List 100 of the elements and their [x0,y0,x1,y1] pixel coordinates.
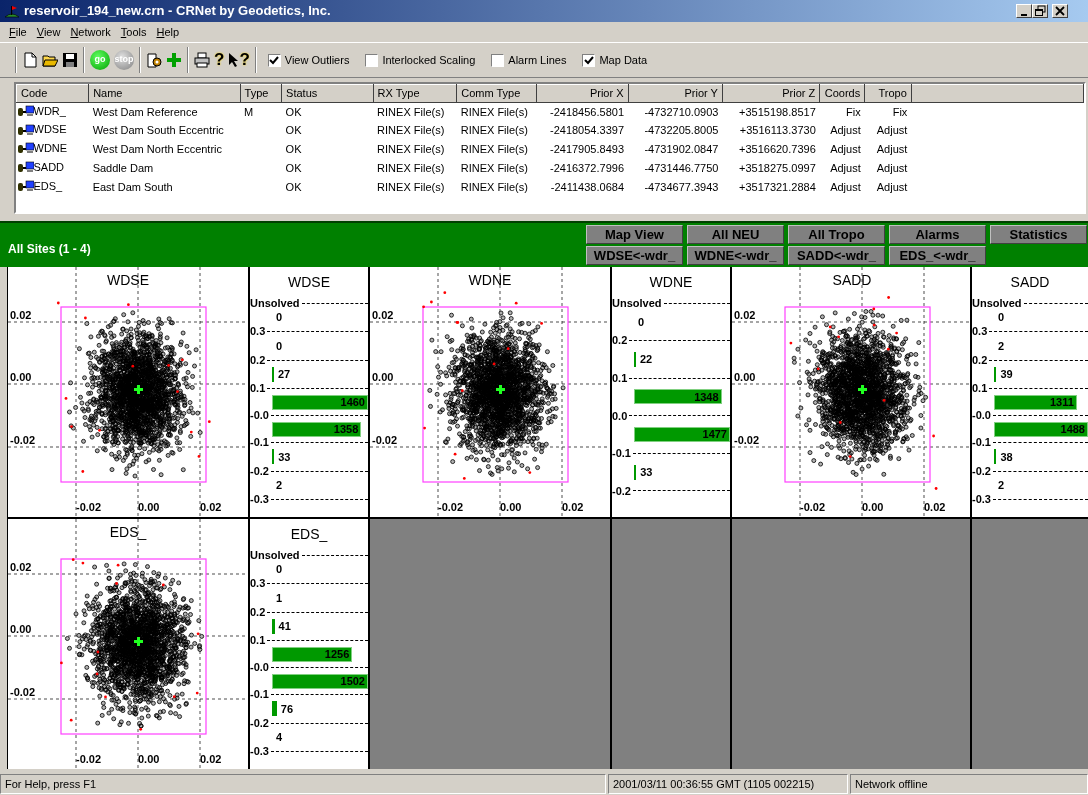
view-button[interactable]: Statistics [990,225,1087,244]
table-cell: Fix [846,105,861,118]
column-header[interactable]: Type [240,84,282,102]
folder-icon [42,52,58,68]
tick-label: 0.2 [250,604,266,620]
tick-label: 0.02 [200,753,222,765]
document-gear-icon [146,52,162,68]
bin-count: 0 [638,314,645,330]
baseline-button[interactable]: WDSE<-wdr_ [586,246,683,265]
menu-item[interactable]: Help [151,23,185,41]
table-cell: OK [285,105,302,118]
checkbox[interactable] [491,53,505,67]
table-cell: -4734677.3943 [644,180,719,193]
close-icon [1054,5,1066,17]
table-cell: -4732205.8005 [644,124,719,137]
table-cell: West Dam North Eccentric [92,143,223,156]
bin-count: 0 [276,310,283,325]
table-cell: Saddle Dam [92,161,154,174]
bin-count: 4 [276,730,283,745]
column-header[interactable]: RX Type [373,84,457,102]
tick-label: -0.3 [972,492,991,508]
menu-item[interactable]: Tools [115,23,152,41]
plot-title: SADD [832,272,872,288]
column-header[interactable]: Code [16,84,89,102]
column-header[interactable]: Name [88,84,241,102]
table-cell: -4731902.0847 [644,143,719,156]
view-button[interactable]: Alarms [889,225,986,244]
table-cell-text: WDNE [33,141,68,156]
checkbox-label[interactable]: View Outliers [284,51,350,69]
tick-label: 0.02 [10,561,32,573]
status-text: Network offline [850,774,1088,794]
tick-label: 0.02 [734,309,756,321]
column-header[interactable]: Status [281,84,374,102]
table-cell: Adjust [830,143,861,156]
restore-icon [1034,5,1046,17]
bin-count: 2 [998,338,1005,354]
station-icon [17,123,34,136]
table-cell: Adjust [830,180,861,193]
tick-label: 0.3 [250,324,266,340]
bin-count: 1311 [1049,394,1074,410]
column-header[interactable]: Prior Y [628,84,723,102]
bin-count: 1348 [694,389,719,405]
table-cell: Adjust [876,143,908,156]
tick-label: 0.1 [250,381,266,397]
help-button[interactable]: ? [212,48,227,72]
document-icon [22,52,38,68]
restore-button[interactable] [1032,4,1048,18]
tick-label: 0.0 [612,408,628,424]
column-header[interactable]: Comm Type [456,84,537,102]
checkbox[interactable] [365,53,379,67]
baseline-button[interactable]: WDNE<-wdr_ [687,246,784,265]
close-button[interactable] [1052,4,1068,18]
column-header[interactable]: Prior Z [722,84,820,102]
tick-label: -0.02 [10,686,36,698]
view-button[interactable]: Map View [586,225,683,244]
menu-item[interactable]: File [4,23,32,41]
table-cell: Adjust [876,180,908,193]
view-button[interactable]: All Tropo [788,225,885,244]
baseline-button[interactable]: SADD<-wdr_ [788,246,885,265]
whats-this-button[interactable]: ? [226,48,252,72]
bin-count: 39 [1000,367,1013,382]
tick-label: 0.3 [972,324,988,340]
column-header[interactable]: Prior X [536,84,628,102]
checkbox[interactable] [582,53,596,67]
tick-label: -0.2 [972,463,991,479]
column-header[interactable]: Tropo [864,84,912,102]
minimize-button[interactable] [1016,4,1032,18]
status-text: For Help, press F1 [0,774,606,794]
table-cell: RINEX File(s) [377,124,445,137]
tick-label: 0.3 [250,576,266,592]
window-title: reservoir_194_new.crn - CRNet by Geodetics, Inc. [24,2,331,21]
tick-label: 0.1 [972,381,988,397]
column-header[interactable]: Coords [819,84,865,102]
bin-count: 1488 [1060,421,1085,437]
menu-item[interactable]: Network [65,23,116,41]
view-button[interactable]: All NEU [687,225,784,244]
tick-label: -0.0 [250,660,269,676]
menu-item[interactable]: View [31,23,66,41]
bin-count: 2 [998,478,1005,493]
tick-label: -0.02 [734,434,760,446]
tick-label: -0.3 [250,744,269,760]
table-cell: Adjust [876,124,908,137]
table-cell: +3517321.2884 [739,180,816,193]
table-cell: Adjust [830,124,861,137]
tick-label: Unsolved [612,295,662,311]
table-cell-text: WDR_ [33,103,66,119]
checkbox-label[interactable]: Map Data [599,51,648,69]
checkbox-label[interactable]: Interlocked Scaling [382,51,476,69]
plot-title: SADD [1009,273,1051,292]
checkbox-label[interactable]: Alarm Lines [508,51,567,69]
tick-label: 0.00 [138,753,160,765]
station-icon [17,161,34,173]
plot-title: WDNE [648,273,694,292]
table-cell: RINEX File(s) [377,161,445,174]
bin-count: 0 [276,562,283,577]
table-cell: -2411438.0684 [550,180,624,193]
table-cell: RINEX File(s) [377,143,445,156]
baseline-button[interactable]: EDS_<-wdr_ [889,246,986,265]
checkbox[interactable] [267,53,281,67]
tick-label: -0.1 [972,435,991,451]
